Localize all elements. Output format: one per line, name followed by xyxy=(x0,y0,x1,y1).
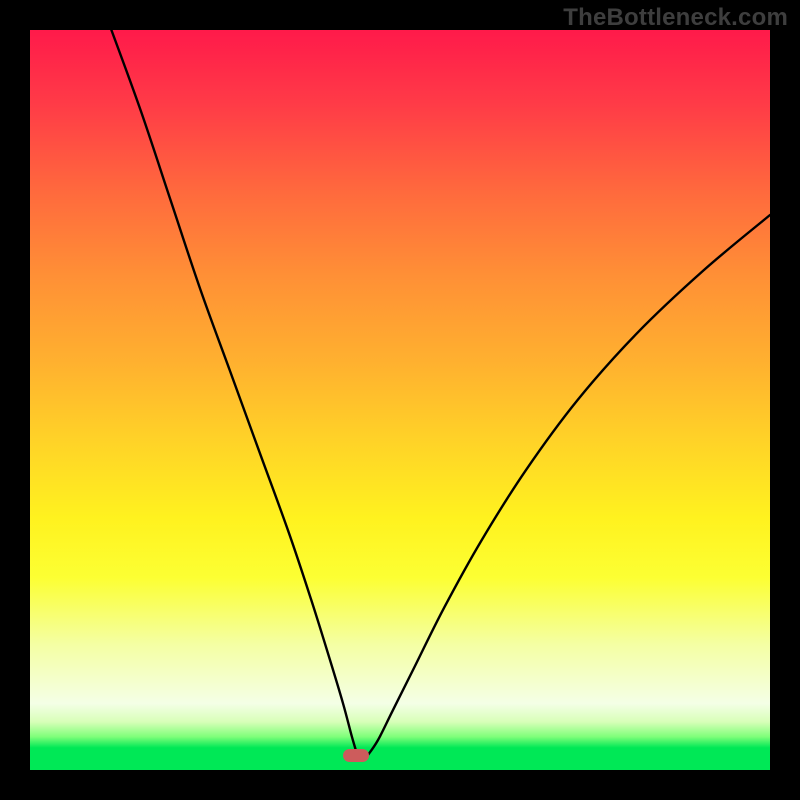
curve-left-branch xyxy=(111,30,357,757)
chart-frame: TheBottleneck.com xyxy=(0,0,800,800)
optimum-marker xyxy=(343,749,369,762)
bottleneck-curve xyxy=(30,30,770,770)
watermark-text: TheBottleneck.com xyxy=(563,4,788,32)
curve-right-branch xyxy=(367,215,770,757)
plot-area xyxy=(30,30,770,770)
